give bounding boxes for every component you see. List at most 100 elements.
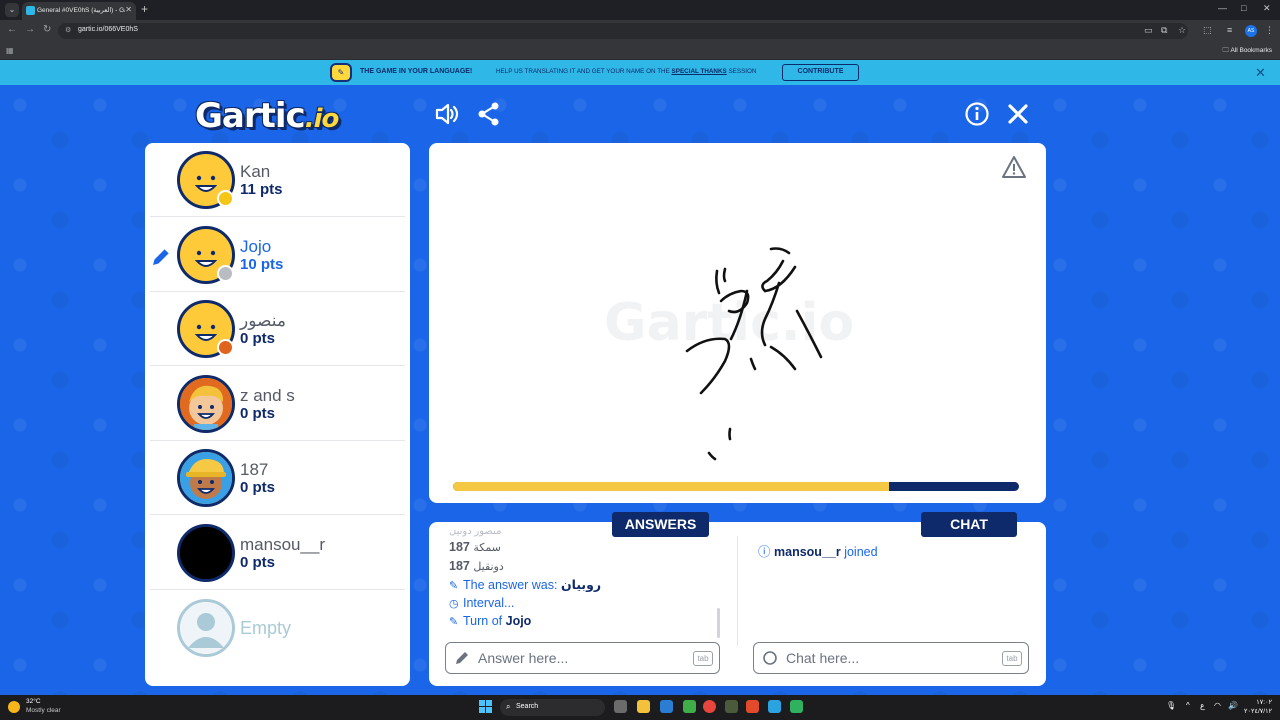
menu-icon[interactable]: ⋮ bbox=[1265, 25, 1274, 36]
player-row[interactable]: منصور 0 pts bbox=[145, 292, 410, 367]
sound-icon[interactable] bbox=[434, 101, 460, 127]
banner-close-icon[interactable]: ✕ bbox=[1255, 65, 1266, 81]
answer-input[interactable]: Answer here... tab bbox=[445, 642, 720, 674]
browser-tab[interactable]: General #0VE0hS (العربية) - Gar ✕ bbox=[22, 2, 136, 20]
url-text: gartic.io/066VE0hS bbox=[78, 26, 138, 33]
apps-grid-icon[interactable]: ▦ bbox=[6, 46, 14, 55]
translate-icon[interactable]: ⧉ bbox=[1161, 25, 1167, 36]
answer-line-faded: منصور دونيل bbox=[449, 530, 502, 537]
new-tab-icon[interactable]: + bbox=[141, 2, 148, 16]
answer-reveal-line: ✎ The answer was: روبيان bbox=[449, 577, 719, 596]
turn-line: ✎ Turn of Jojo bbox=[449, 614, 719, 633]
share-icon[interactable] bbox=[476, 101, 502, 127]
address-bar[interactable]: ⚙ gartic.io/066VE0hS bbox=[58, 23, 1188, 39]
windows-taskbar: 32°C Mostly clear ⌕ Search 🎙 ^ ع ◠ 🔊 ١٧:… bbox=[0, 695, 1280, 720]
player-points: 0 pts bbox=[240, 479, 276, 497]
bookmark-star-icon[interactable]: ☆ bbox=[1178, 25, 1186, 36]
weather-temp: 32°C bbox=[26, 698, 41, 705]
translation-banner: ✎ THE GAME IN YOUR LANGUAGE! HELP US TRA… bbox=[0, 60, 1280, 85]
close-window-icon[interactable]: ✕ bbox=[1263, 3, 1271, 14]
pencil-icon: ✎ bbox=[449, 616, 459, 628]
chat-bubble-icon bbox=[763, 651, 777, 665]
drawing-canvas[interactable]: Gartic.io bbox=[429, 143, 1046, 503]
answer-player: 187 bbox=[449, 558, 470, 573]
minecraft-icon[interactable] bbox=[725, 700, 738, 713]
player-points: 0 pts bbox=[240, 554, 276, 571]
players-panel: Kan 11 pts Jojo 10 pts منصور 0 pts z and s0 pt… bbox=[145, 143, 410, 686]
avatar-face-icon bbox=[180, 377, 232, 430]
player-row[interactable]: Jojo 10 pts bbox=[145, 218, 410, 292]
reload-icon[interactable]: ↻ bbox=[43, 24, 51, 35]
exit-close-icon[interactable] bbox=[1005, 101, 1031, 127]
empty-slot[interactable]: Empty bbox=[145, 591, 410, 665]
all-bookmarks[interactable]: 🗀 All Bookmarks bbox=[1223, 46, 1273, 57]
wifi-icon[interactable]: ◠ bbox=[1214, 701, 1221, 710]
answers-list[interactable]: منصور دونيل 187 سمكة 187 دونقيل ✎ The ans… bbox=[449, 530, 719, 640]
forward-icon[interactable]: → bbox=[25, 24, 35, 35]
maximize-icon[interactable]: □ bbox=[1241, 3, 1246, 13]
tab-close-icon[interactable]: ✕ bbox=[125, 5, 132, 14]
taskbar-clock[interactable]: ١٧:٠٢ ٢٠٢٤/٧/١٢ bbox=[1244, 698, 1272, 716]
round-timer-bar bbox=[453, 482, 1019, 491]
player-row[interactable]: 187 0 pts bbox=[145, 441, 410, 516]
taskbar-search[interactable]: ⌕ Search bbox=[500, 699, 605, 716]
logo-main: Gartic bbox=[195, 96, 306, 136]
banner-message: HELP US TRANSLATING IT AND GET YOUR NAME… bbox=[496, 68, 756, 75]
store-icon[interactable] bbox=[660, 700, 673, 713]
turn-prefix: Turn of bbox=[463, 614, 503, 628]
player-name: 187 bbox=[240, 460, 269, 480]
extensions-icon[interactable]: ⬚ bbox=[1203, 25, 1212, 36]
player-row[interactable]: Kan 11 pts bbox=[145, 143, 410, 217]
tray-chevron-icon[interactable]: ^ bbox=[1186, 701, 1190, 710]
answer-player: 187 bbox=[449, 540, 470, 554]
answer-text: دونقيل bbox=[473, 560, 504, 573]
translate-badge-icon: ✎ bbox=[330, 63, 352, 82]
answers-chat-panel: ANSWERS CHAT منصور دونيل 187 سمكة 187 دو… bbox=[429, 512, 1046, 686]
interval-line: ◷ Interval... bbox=[449, 596, 719, 615]
contribute-button[interactable]: CONTRIBUTE bbox=[782, 64, 859, 81]
player-drawing bbox=[685, 247, 823, 461]
player-name: منصور bbox=[240, 311, 286, 331]
tab-search-icon[interactable]: ⌄ bbox=[5, 3, 19, 17]
xbox-icon[interactable] bbox=[683, 700, 696, 713]
info-icon[interactable] bbox=[964, 101, 990, 127]
cast-icon[interactable]: ▭ bbox=[1144, 25, 1153, 36]
telegram-icon[interactable] bbox=[768, 700, 781, 713]
file-explorer-icon[interactable] bbox=[637, 700, 650, 713]
task-view-icon[interactable] bbox=[614, 700, 627, 713]
answer-text: سمكة bbox=[473, 542, 501, 554]
player-row[interactable]: mansou__r 0 pts bbox=[145, 516, 410, 590]
tab-title: General #0VE0hS (العربية) - Gar bbox=[37, 7, 125, 14]
mic-icon[interactable]: 🎙 bbox=[1166, 701, 1176, 710]
banner-headline: THE GAME IN YOUR LANGUAGE! bbox=[360, 68, 473, 75]
minimize-icon[interactable]: — bbox=[1218, 3, 1227, 13]
weather-desc: Mostly clear bbox=[26, 707, 61, 714]
windows-start-icon[interactable] bbox=[479, 700, 492, 713]
back-icon[interactable]: ← bbox=[7, 24, 17, 35]
panel-divider bbox=[737, 536, 738, 646]
chrome-icon[interactable] bbox=[703, 700, 716, 713]
chat-join-text: joined bbox=[844, 545, 878, 559]
media-icon[interactable]: ≡ bbox=[1227, 25, 1232, 35]
avatar-face-icon bbox=[180, 452, 232, 505]
search-icon: ⌕ bbox=[506, 702, 511, 711]
player-avatar bbox=[177, 524, 235, 582]
brave-icon[interactable] bbox=[746, 700, 759, 713]
player-row[interactable]: z and s0 pts bbox=[145, 367, 410, 441]
round-timer-fill bbox=[453, 482, 889, 491]
app-icon[interactable] bbox=[790, 700, 803, 713]
banner-text-after: SESSION bbox=[728, 68, 757, 75]
chat-input[interactable]: Chat here... tab bbox=[753, 642, 1029, 674]
volume-icon[interactable]: 🔊 bbox=[1228, 701, 1238, 710]
language-icon[interactable]: ع bbox=[1200, 701, 1205, 710]
answer-placeholder: Answer here... bbox=[478, 650, 569, 666]
special-thanks-link[interactable]: SPECIAL THANKS bbox=[672, 68, 727, 75]
answers-scrollbar[interactable] bbox=[717, 608, 720, 638]
answer-reveal-prefix: The answer was: bbox=[463, 578, 558, 592]
logo-suffix: .io bbox=[304, 104, 340, 134]
player-name: Kan bbox=[240, 162, 271, 181]
site-info-icon[interactable]: ⚙ bbox=[65, 26, 71, 34]
player-avatar bbox=[177, 449, 235, 508]
profile-avatar[interactable]: AS bbox=[1245, 25, 1257, 37]
interval-text: Interval... bbox=[463, 595, 515, 610]
